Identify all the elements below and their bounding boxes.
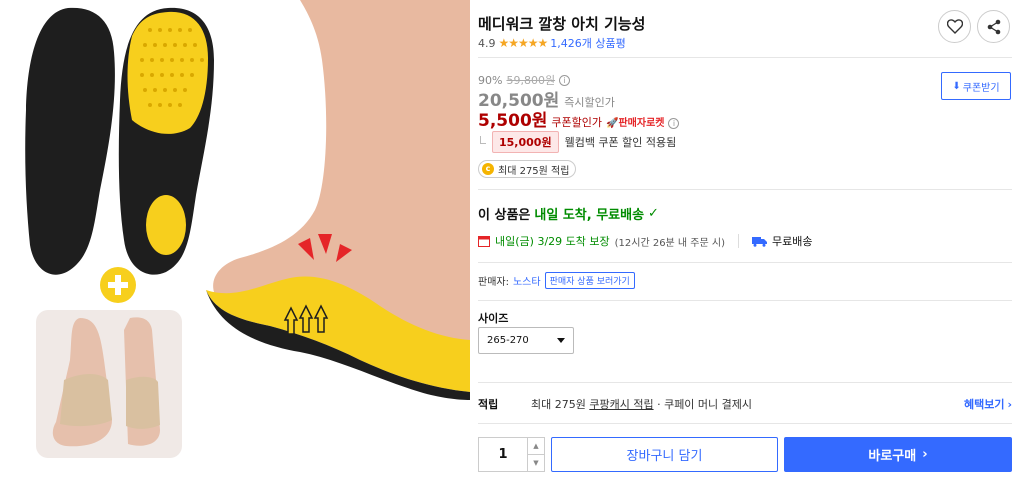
- reward-label: 적립: [478, 398, 499, 411]
- review-count-link[interactable]: 1,426개 상품평: [550, 35, 625, 51]
- star-icons: ★★★★★: [498, 36, 549, 50]
- black-insole: [25, 7, 115, 275]
- shipping-text: 무료배송: [772, 235, 813, 248]
- dropdown-arrow-icon: [557, 338, 565, 343]
- divider: [478, 300, 1012, 301]
- chevron-right-icon: ›: [1007, 397, 1012, 411]
- delivery-headline-green: 내일 도착, 무료배송: [534, 208, 645, 223]
- reward-pill-text: 최대 275원 적립: [498, 165, 570, 177]
- info-icon[interactable]: i: [559, 74, 571, 86]
- coupang-cash-link[interactable]: 쿠팡캐시 적립: [589, 398, 653, 411]
- quantity-increase-button[interactable]: ▲: [528, 438, 544, 455]
- coupon-price-label: 쿠폰할인가: [551, 116, 603, 129]
- arrival-note: (12시간 26분 내 주문 시): [614, 237, 725, 249]
- divider: [478, 262, 1012, 263]
- divider: [478, 382, 1012, 383]
- calendar-icon: [478, 236, 490, 247]
- reward-text: 최대 275원 쿠팡캐시 적립 · 쿠페이 머니 결제시: [531, 396, 752, 412]
- benefit-link[interactable]: 혜택보기 ›: [964, 396, 1012, 412]
- coupon-price-row: 5,500원 쿠폰할인가 🚀판매자로켓 i: [478, 106, 680, 131]
- seller-row: 판매자: 노스타 판매자 상품 보러가기: [478, 272, 635, 289]
- reward-text-prefix: 최대 275원: [531, 398, 586, 411]
- reward-pill: c 최대 275원 적립: [478, 160, 577, 178]
- buy-now-button[interactable]: 바로구매 ›: [784, 437, 1012, 472]
- product-info-panel: 메디워크 깔창 아치 기능성 4.9 ★★★★★ 1,426개 상품평 90% …: [478, 0, 1012, 485]
- size-label: 사이즈: [478, 312, 509, 325]
- quantity-stepper[interactable]: 1 ▲ ▼: [478, 437, 545, 472]
- insole-forefoot-pad: [127, 11, 208, 134]
- divider: [478, 189, 1012, 190]
- info-icon[interactable]: i: [668, 118, 680, 129]
- welcome-amount: 15,000원: [492, 131, 559, 153]
- welcome-text: 웰컴백 쿠폰 할인 적용됨: [564, 136, 677, 149]
- welcome-coupon-row: 15,000원 웰컴백 쿠폰 할인 적용됨: [478, 131, 676, 153]
- product-title: 메디워크 깔창 아치 기능성: [478, 15, 646, 33]
- check-icon: ✓: [648, 206, 659, 221]
- quantity-value[interactable]: 1: [479, 438, 527, 471]
- divider: [478, 57, 1012, 58]
- coupon-button-label: 쿠폰받기: [962, 82, 1000, 94]
- heart-icon: [946, 19, 963, 34]
- arrival-date: 내일(금) 3/29 도착 보장: [495, 235, 610, 248]
- product-page: 메디워크 깔창 아치 기능성 4.9 ★★★★★ 1,426개 상품평 90% …: [0, 0, 1024, 485]
- reward-row: 적립 최대 275원 쿠팡캐시 적립 · 쿠페이 머니 결제시 혜택보기 ›: [478, 396, 1012, 412]
- discount-rate: 90%: [478, 73, 503, 87]
- rating-value: 4.9: [478, 36, 496, 50]
- benefit-label: 혜택보기: [963, 398, 1005, 411]
- delivery-headline-prefix: 이 상품은: [478, 208, 531, 223]
- seller-name-link[interactable]: 노스타: [513, 273, 541, 288]
- coupon-download-button[interactable]: ⬇ 쿠폰받기: [941, 72, 1011, 100]
- support-arrows-icon: [283, 304, 329, 335]
- truck-icon: [752, 236, 767, 247]
- share-button[interactable]: [977, 10, 1010, 43]
- quantity-decrease-button[interactable]: ▼: [528, 455, 544, 471]
- add-to-cart-button[interactable]: 장바구니 담기: [551, 437, 778, 472]
- seller-products-button[interactable]: 판매자 상품 보러가기: [544, 272, 635, 289]
- branch-icon: [480, 136, 486, 144]
- product-image[interactable]: [0, 0, 470, 485]
- coin-icon: c: [482, 163, 494, 175]
- seller-rocket-badge: 🚀판매자로켓: [606, 118, 665, 129]
- share-icon: [987, 19, 1000, 34]
- delivery-row: 내일(금) 3/29 도착 보장 (12시간 26분 내 주문 시) 무료배송: [478, 233, 812, 249]
- divider: [738, 234, 739, 248]
- rating-row: 4.9 ★★★★★ 1,426개 상품평: [478, 35, 626, 51]
- seller-label: 판매자:: [478, 277, 509, 288]
- download-icon: ⬇: [952, 80, 961, 92]
- insole-heel-pad: [146, 195, 186, 255]
- size-selected-value: 265-270: [487, 335, 529, 346]
- product-illustration: [25, 0, 470, 458]
- delivery-headline: 이 상품은 내일 도착, 무료배송 ✓: [478, 204, 659, 223]
- chevron-right-icon: ›: [922, 447, 928, 462]
- coupon-price: 5,500원: [478, 111, 548, 131]
- size-select[interactable]: 265-270: [478, 327, 574, 354]
- wishlist-button[interactable]: [938, 10, 971, 43]
- buy-now-label: 바로구매: [868, 449, 917, 464]
- divider: [478, 423, 1012, 424]
- quantity-arrows: ▲ ▼: [527, 438, 544, 471]
- reward-text-suffix: · 쿠페이 머니 결제시: [657, 398, 753, 411]
